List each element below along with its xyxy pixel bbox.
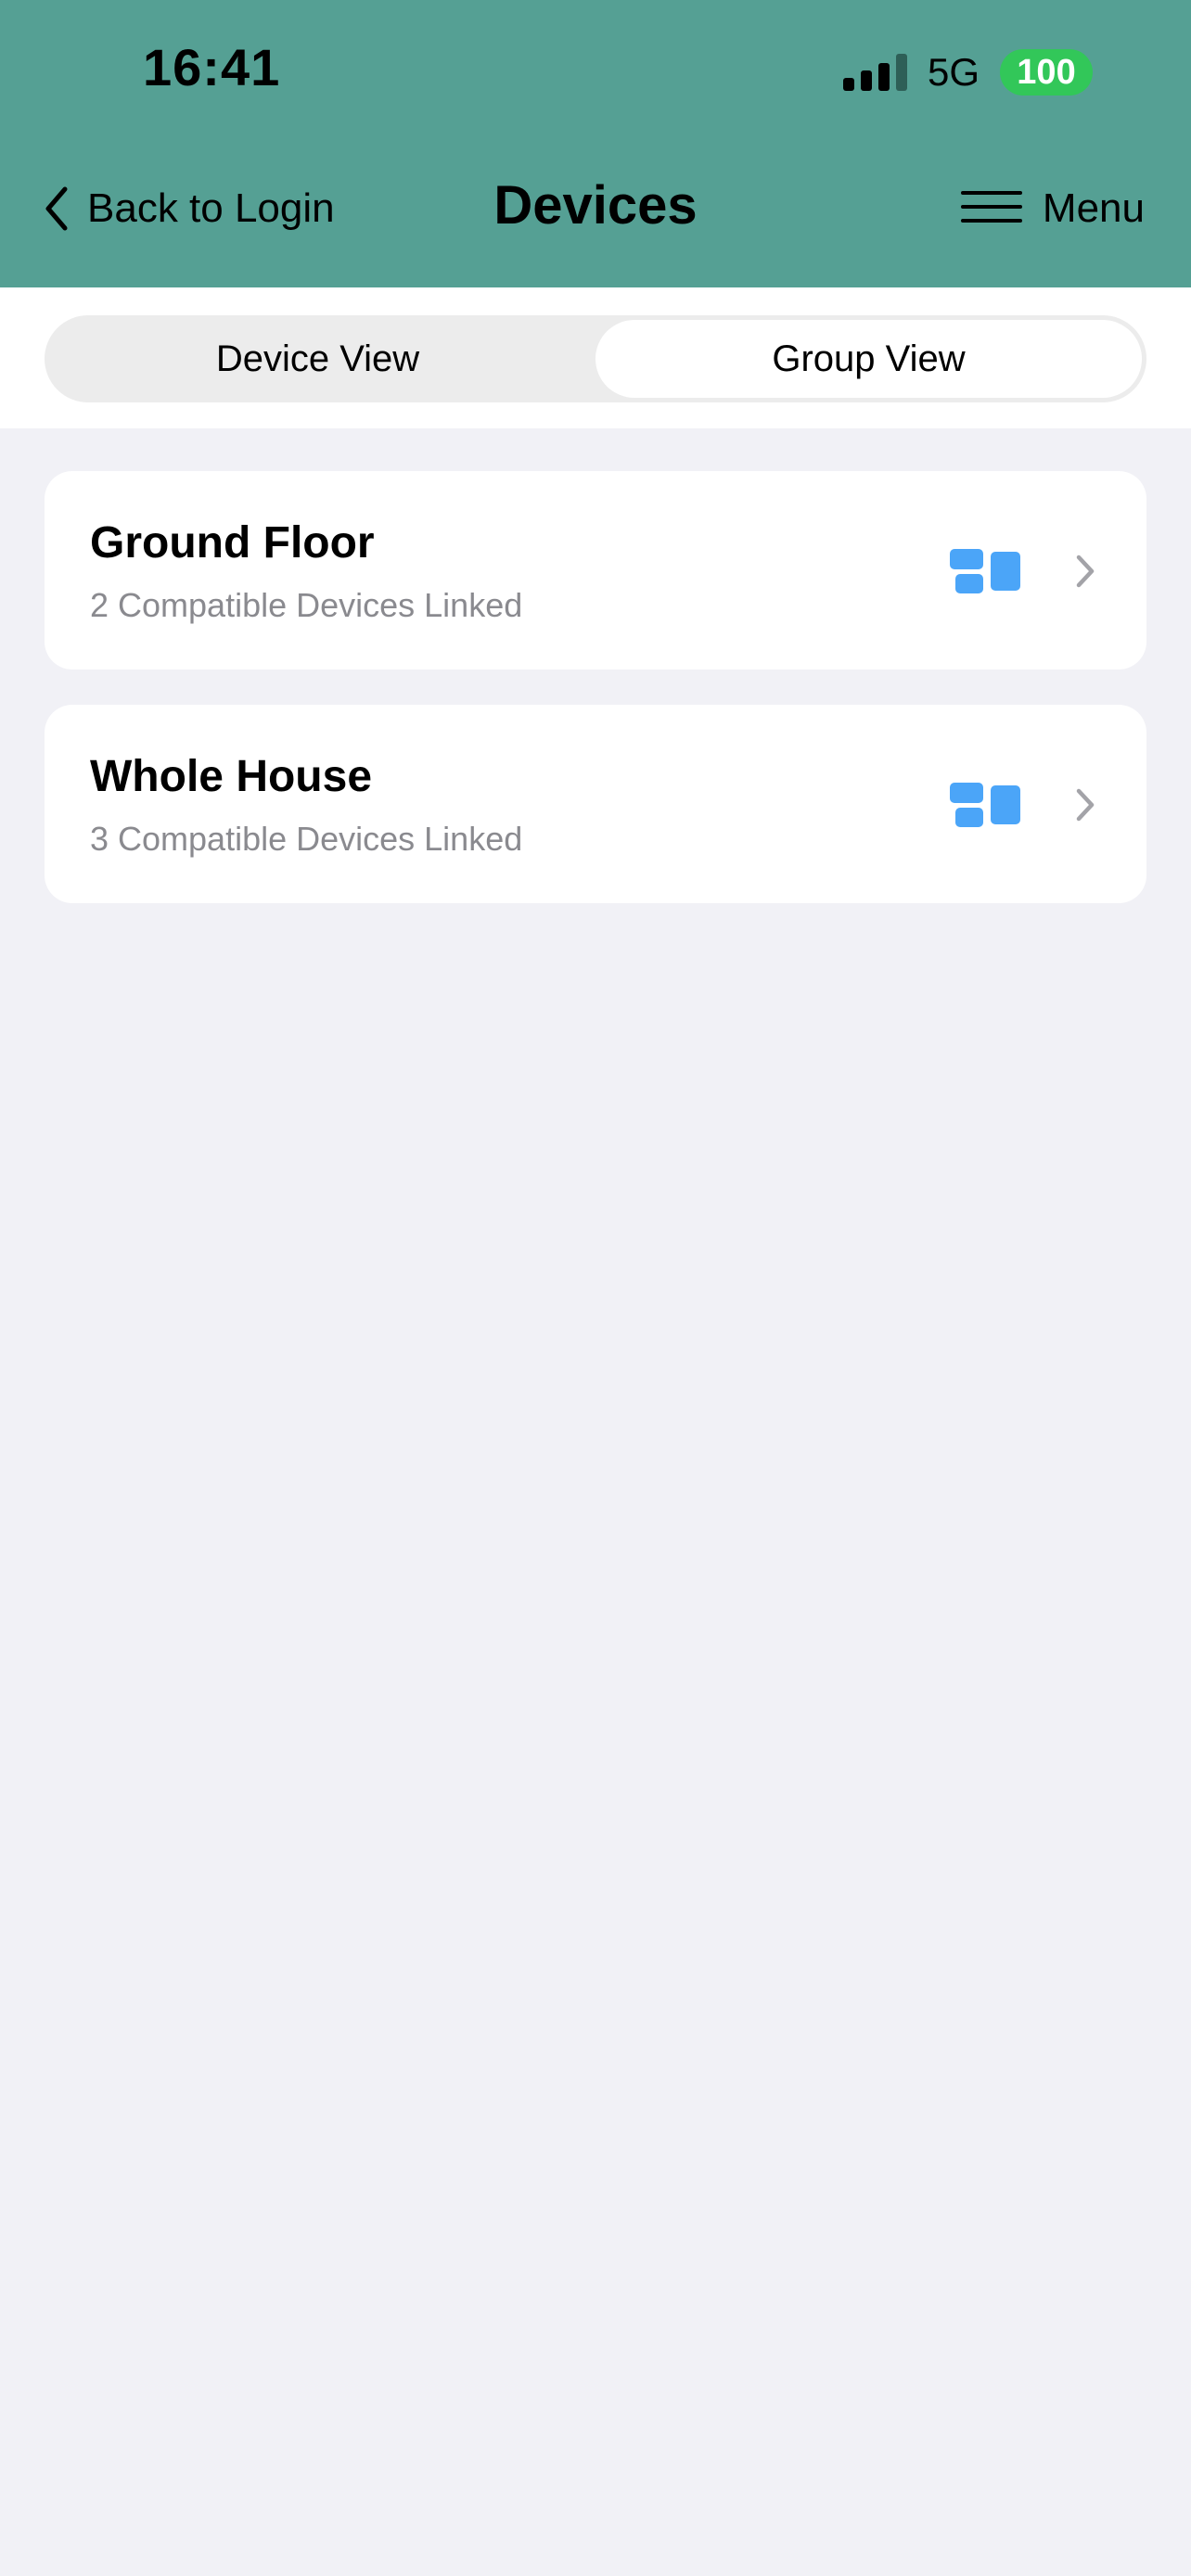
group-card-whole-house[interactable]: Whole House 3 Compatible Devices Linked bbox=[45, 705, 1146, 903]
group-card-ground-floor[interactable]: Ground Floor 2 Compatible Devices Linked bbox=[45, 471, 1146, 670]
status-time: 16:41 bbox=[143, 38, 281, 96]
group-device-count: 2 Compatible Devices Linked bbox=[90, 586, 523, 624]
battery-indicator: 100 bbox=[1000, 49, 1093, 96]
chevron-right-icon bbox=[1074, 553, 1096, 594]
tab-device-view[interactable]: Device View bbox=[45, 315, 591, 402]
menu-label: Menu bbox=[1042, 185, 1145, 231]
status-indicators: 5G 100 bbox=[842, 46, 1093, 98]
view-switcher-bar: Device View Group View bbox=[0, 287, 1191, 428]
tab-group-view[interactable]: Group View bbox=[596, 320, 1142, 398]
group-device-count: 3 Compatible Devices Linked bbox=[90, 820, 523, 858]
group-tiles-icon bbox=[950, 549, 1020, 598]
chevron-right-icon bbox=[1074, 786, 1096, 828]
group-tiles-icon bbox=[950, 783, 1020, 832]
menu-button[interactable]: Menu bbox=[960, 176, 1145, 241]
signal-strength-icon bbox=[842, 54, 907, 91]
header: 16:41 5G 100 Back to Login Devices Menu bbox=[0, 0, 1191, 287]
hamburger-menu-icon bbox=[960, 190, 1022, 228]
view-segmented-control: Device View Group View bbox=[45, 315, 1146, 402]
group-name: Whole House bbox=[90, 752, 373, 801]
group-name: Ground Floor bbox=[90, 518, 375, 567]
network-type: 5G bbox=[927, 50, 980, 94]
group-list: Ground Floor 2 Compatible Devices Linked… bbox=[45, 471, 1146, 938]
